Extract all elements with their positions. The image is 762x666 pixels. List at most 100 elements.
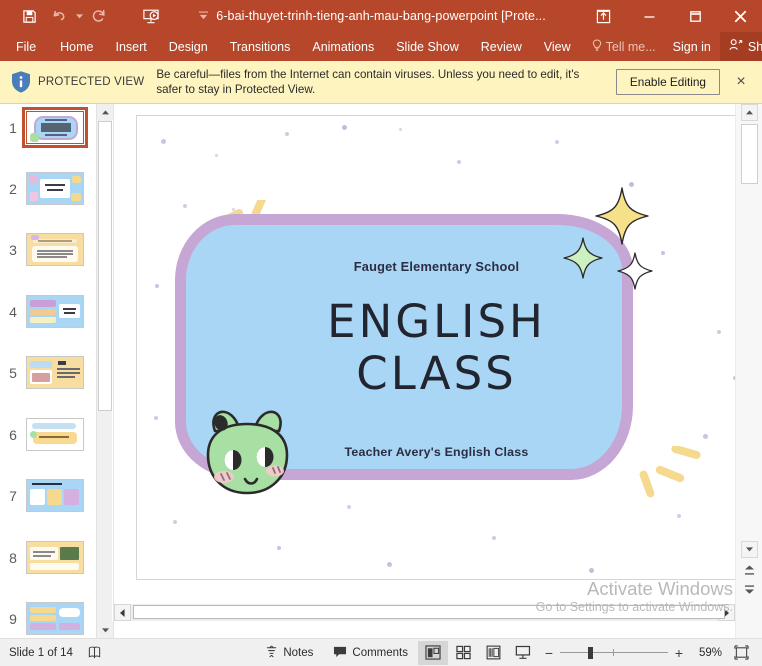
minimize-icon[interactable]: [626, 0, 672, 32]
tab-home[interactable]: Home: [49, 32, 104, 61]
previous-slide-icon[interactable]: [741, 561, 758, 578]
thumbnail-image[interactable]: [26, 295, 84, 328]
thumbnail-number: 8: [9, 549, 17, 566]
normal-view-button[interactable]: [418, 640, 448, 665]
maximize-icon[interactable]: [672, 0, 718, 32]
slide-title-line-2: CLASS: [356, 347, 517, 400]
tab-review[interactable]: Review: [470, 32, 533, 61]
sign-in-button[interactable]: Sign in: [664, 32, 720, 61]
slide-title: ENGLISH CLASS: [137, 296, 736, 400]
fit-slide-to-window-button[interactable]: [728, 641, 754, 665]
green-bear-character-icon: [206, 410, 289, 495]
undo-dropdown-icon[interactable]: [74, 3, 84, 29]
thumbnail-slide-1[interactable]: 1: [0, 107, 88, 148]
zoom-percentage[interactable]: 59%: [690, 647, 728, 659]
notes-button[interactable]: Notes: [255, 641, 323, 665]
tab-slide-show[interactable]: Slide Show: [385, 32, 470, 61]
reading-view-button[interactable]: [478, 641, 508, 665]
thumbnail-number: 7: [9, 487, 17, 504]
thumbnail-image[interactable]: [26, 479, 84, 512]
slide-canvas-area: Fauget Elementary School ENGLISH CLASS T…: [113, 104, 737, 638]
protected-view-bar: PROTECTED VIEW Be careful—files from the…: [0, 61, 762, 104]
scroll-down-icon[interactable]: [741, 541, 758, 558]
slide-editing-surface[interactable]: Fauget Elementary School ENGLISH CLASS T…: [136, 115, 737, 580]
tab-view[interactable]: View: [533, 32, 582, 61]
horizontal-scroll-track[interactable]: [131, 604, 725, 621]
protected-view-label: PROTECTED VIEW: [38, 76, 145, 88]
slide-sorter-view-button[interactable]: [448, 641, 478, 665]
tab-transitions[interactable]: Transitions: [219, 32, 302, 61]
scroll-left-icon[interactable]: [114, 604, 131, 621]
tab-file[interactable]: File: [0, 32, 49, 61]
canvas-horizontal-scrollbar[interactable]: [114, 604, 735, 621]
share-button[interactable]: Share: [719, 32, 762, 61]
status-bar: Slide 1 of 14 Notes Comments − + 59%: [0, 638, 762, 666]
share-person-icon: [729, 38, 743, 55]
scroll-up-icon[interactable]: [97, 104, 113, 120]
title-bar: 6-bai-thuyet-trinh-tieng-anh-mau-bang-po…: [0, 0, 762, 32]
tab-design[interactable]: Design: [158, 32, 219, 61]
start-presentation-icon[interactable]: [136, 3, 166, 29]
confetti-dot: [661, 251, 665, 255]
notes-label: Notes: [283, 646, 314, 659]
thumbnail-slide-5[interactable]: 5: [0, 356, 84, 389]
enable-editing-button[interactable]: Enable Editing: [615, 69, 720, 95]
thumbnail-image[interactable]: [26, 418, 84, 451]
thumbnail-image[interactable]: [26, 541, 84, 574]
thumbnail-image[interactable]: [26, 233, 84, 266]
comments-button[interactable]: Comments: [323, 641, 418, 665]
share-label: Share: [747, 39, 762, 54]
window-controls: [580, 0, 762, 32]
next-slide-icon[interactable]: [741, 581, 758, 598]
redo-icon[interactable]: [84, 3, 114, 29]
thumbnail-slide-6[interactable]: 6: [0, 418, 84, 451]
zoom-control[interactable]: − + 59%: [538, 641, 762, 665]
work-area: 1 2 3 4 5 6 7 8 9 Fauget Elementary Scho…: [0, 104, 762, 638]
zoom-slider-handle[interactable]: [588, 646, 593, 659]
zoom-out-button[interactable]: −: [538, 645, 560, 661]
tell-me-search[interactable]: Tell me...: [582, 32, 664, 61]
thumbnail-slide-9[interactable]: 9: [0, 602, 84, 635]
customize-quick-access-toolbar-icon[interactable]: [188, 3, 218, 29]
thumbnail-slide-4[interactable]: 4: [0, 295, 84, 328]
tab-animations[interactable]: Animations: [301, 32, 385, 61]
thumbnail-image[interactable]: [26, 602, 84, 635]
accessibility-checker-icon[interactable]: [81, 641, 109, 665]
notes-icon: [265, 645, 278, 661]
slide-school-name: Fauget Elementary School: [353, 259, 520, 274]
thumbnail-slide-2[interactable]: 2: [0, 172, 84, 205]
vertical-scrollbar-thumb[interactable]: [741, 124, 758, 184]
confetti-dot: [155, 284, 159, 288]
close-protected-view-icon[interactable]: ×: [728, 69, 754, 95]
slide-thumbnail-pane[interactable]: 1 2 3 4 5 6 7 8 9: [0, 104, 96, 638]
thumbnail-slide-8[interactable]: 8: [0, 541, 84, 574]
thumbnail-image[interactable]: [22, 107, 88, 148]
confetti-dot: [154, 416, 158, 420]
zoom-in-button[interactable]: +: [668, 645, 690, 661]
confetti-dot: [285, 132, 289, 136]
confetti-dot: [173, 520, 177, 524]
slide-show-view-button[interactable]: [508, 641, 538, 665]
tab-insert[interactable]: Insert: [105, 32, 158, 61]
close-icon[interactable]: [718, 0, 762, 32]
confetti-dot: [457, 160, 461, 164]
scroll-up-icon[interactable]: [741, 104, 758, 121]
ribbon-display-options-icon[interactable]: [580, 0, 626, 32]
confetti-dot: [215, 154, 218, 157]
undo-icon[interactable]: [44, 3, 74, 29]
ribbon-tabs: File Home Insert Design Transitions Anim…: [0, 32, 762, 61]
slide-indicator[interactable]: Slide 1 of 14: [0, 647, 73, 659]
scroll-down-icon[interactable]: [97, 622, 113, 638]
thumbnail-image[interactable]: [26, 356, 84, 389]
thumbnail-image[interactable]: [26, 172, 84, 205]
zoom-slider[interactable]: [560, 645, 668, 661]
thumbnail-pane-scrollbar[interactable]: [96, 104, 113, 638]
thumbnail-scrollbar-thumb[interactable]: [98, 121, 112, 411]
zoom-slider-track: [560, 652, 668, 653]
canvas-vertical-scrollbar[interactable]: [735, 104, 762, 638]
confetti-dot: [161, 139, 166, 144]
horizontal-scrollbar-thumb[interactable]: [133, 605, 725, 619]
thumbnail-slide-7[interactable]: 7: [0, 479, 84, 512]
save-icon[interactable]: [14, 3, 44, 29]
thumbnail-slide-3[interactable]: 3: [0, 233, 84, 266]
